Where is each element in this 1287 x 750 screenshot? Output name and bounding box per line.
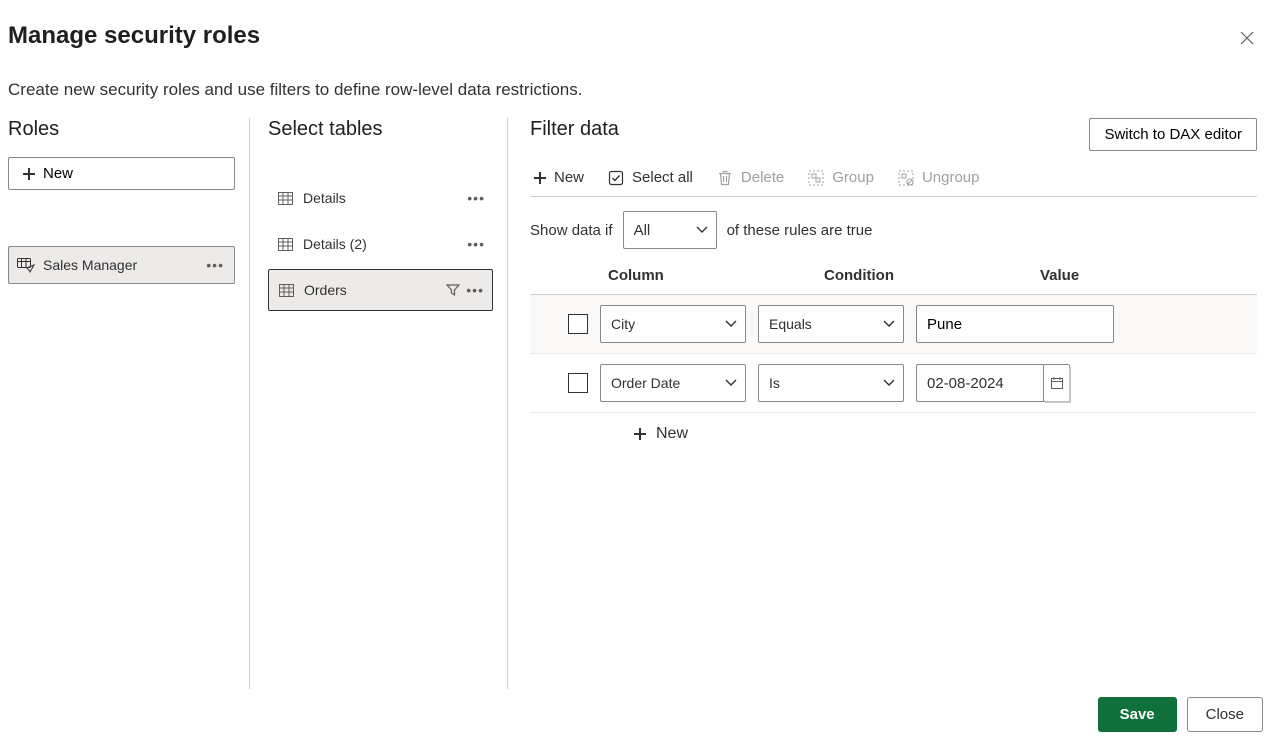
plus-icon <box>634 428 646 440</box>
new-role-button[interactable]: New <box>8 157 235 190</box>
add-rule-button[interactable]: New <box>530 413 1257 443</box>
rule-date-input[interactable]: 02-08-2024 <box>916 364 1070 402</box>
rule-sentence: Show data if All of these rules are true <box>530 197 1257 267</box>
rule-condition-select[interactable]: Equals <box>758 305 904 343</box>
toolbar-group-button[interactable]: Group <box>808 169 874 186</box>
save-label: Save <box>1120 706 1155 723</box>
rule-column-select[interactable]: Order Date <box>600 364 746 402</box>
rules-header: Column Condition Value <box>530 267 1257 295</box>
group-icon <box>808 170 824 186</box>
toolbar-new-label: New <box>554 169 584 186</box>
close-icon <box>1240 31 1254 45</box>
manage-security-roles-dialog: Manage security roles Create new securit… <box>0 0 1287 750</box>
rule-row: City Equals <box>530 295 1257 354</box>
table-name: Details <box>303 190 346 206</box>
header-column: Column <box>608 267 758 284</box>
sentence-suffix: of these rules are true <box>727 222 873 239</box>
chevron-down-icon <box>696 226 708 234</box>
tables-heading: Select tables <box>268 118 493 141</box>
table-icon <box>279 284 294 297</box>
rule-column-select[interactable]: City <box>600 305 746 343</box>
table-icon <box>278 238 293 251</box>
select-all-icon <box>608 170 624 186</box>
table-more-button[interactable]: ••• <box>467 236 485 252</box>
switch-to-dax-label: Switch to DAX editor <box>1104 126 1242 143</box>
chevron-down-icon <box>725 320 737 328</box>
calendar-icon <box>1050 376 1064 390</box>
switch-to-dax-button[interactable]: Switch to DAX editor <box>1089 118 1257 151</box>
delete-icon <box>718 170 732 186</box>
role-name: Sales Manager <box>43 257 137 273</box>
role-item-sales-manager[interactable]: Sales Manager ••• <box>8 246 235 284</box>
date-picker-button[interactable] <box>1043 365 1069 401</box>
table-item-orders[interactable]: Orders ••• <box>268 269 493 311</box>
new-role-label: New <box>43 165 73 182</box>
rule-condition-value: Is <box>769 375 780 391</box>
table-item-details[interactable]: Details ••• <box>268 177 493 219</box>
roles-panel: Roles New Sales Manager ••• <box>8 118 250 689</box>
filter-panel: Filter data Switch to DAX editor New Sel… <box>508 118 1279 689</box>
rule-value-input[interactable] <box>916 305 1114 343</box>
table-item-details-2[interactable]: Details (2) ••• <box>268 223 493 265</box>
filter-heading: Filter data <box>530 118 619 141</box>
close-button[interactable] <box>1231 22 1263 54</box>
toolbar-delete-label: Delete <box>741 169 784 186</box>
toolbar-ungroup-button[interactable]: Ungroup <box>898 169 980 186</box>
dialog-body: Roles New Sales Manager ••• <box>0 118 1287 689</box>
chevron-down-icon <box>883 320 895 328</box>
filter-toolbar: New Select all Delete <box>530 163 1257 197</box>
rule-condition-value: Equals <box>769 316 812 332</box>
close-label: Close <box>1206 706 1244 723</box>
rule-row: Order Date Is 02-08-2024 <box>530 354 1257 413</box>
chevron-down-icon <box>883 379 895 387</box>
toolbar-group-label: Group <box>832 169 874 186</box>
table-name: Details (2) <box>303 236 367 252</box>
plus-icon <box>23 168 35 180</box>
ungroup-icon <box>898 170 914 186</box>
close-footer-button[interactable]: Close <box>1187 697 1263 732</box>
plus-icon <box>534 172 546 184</box>
dialog-subtitle: Create new security roles and use filter… <box>0 54 1287 118</box>
table-more-button[interactable]: ••• <box>467 190 485 206</box>
toolbar-new-button[interactable]: New <box>534 169 584 186</box>
role-icon <box>17 257 35 273</box>
filter-icon <box>446 283 460 297</box>
tables-panel: Select tables Details ••• Details (2) ••… <box>250 118 508 689</box>
rule-date-value: 02-08-2024 <box>927 375 1004 392</box>
toolbar-select-all-label: Select all <box>632 169 693 186</box>
save-button[interactable]: Save <box>1098 697 1177 732</box>
header-value: Value <box>1040 267 1190 284</box>
table-icon <box>278 192 293 205</box>
role-more-button[interactable]: ••• <box>206 257 224 273</box>
table-more-button[interactable]: ••• <box>466 282 484 298</box>
rule-column-value: Order Date <box>611 375 680 391</box>
rule-column-value: City <box>611 316 635 332</box>
dialog-header: Manage security roles <box>0 0 1287 54</box>
toolbar-select-all-button[interactable]: Select all <box>608 169 693 186</box>
table-name: Orders <box>304 282 347 298</box>
operator-value: All <box>634 222 651 239</box>
tables-list: Details ••• Details (2) ••• Orders <box>268 177 493 311</box>
rule-checkbox[interactable] <box>568 314 588 334</box>
roles-heading: Roles <box>8 118 235 141</box>
dialog-footer: Save Close <box>0 689 1287 750</box>
rule-checkbox[interactable] <box>568 373 588 393</box>
dialog-title: Manage security roles <box>8 22 260 50</box>
rule-condition-select[interactable]: Is <box>758 364 904 402</box>
chevron-down-icon <box>725 379 737 387</box>
toolbar-delete-button[interactable]: Delete <box>717 169 784 186</box>
toolbar-ungroup-label: Ungroup <box>922 169 980 186</box>
header-condition: Condition <box>824 267 974 284</box>
operator-select[interactable]: All <box>623 211 717 249</box>
sentence-prefix: Show data if <box>530 222 613 239</box>
add-rule-label: New <box>656 425 688 443</box>
